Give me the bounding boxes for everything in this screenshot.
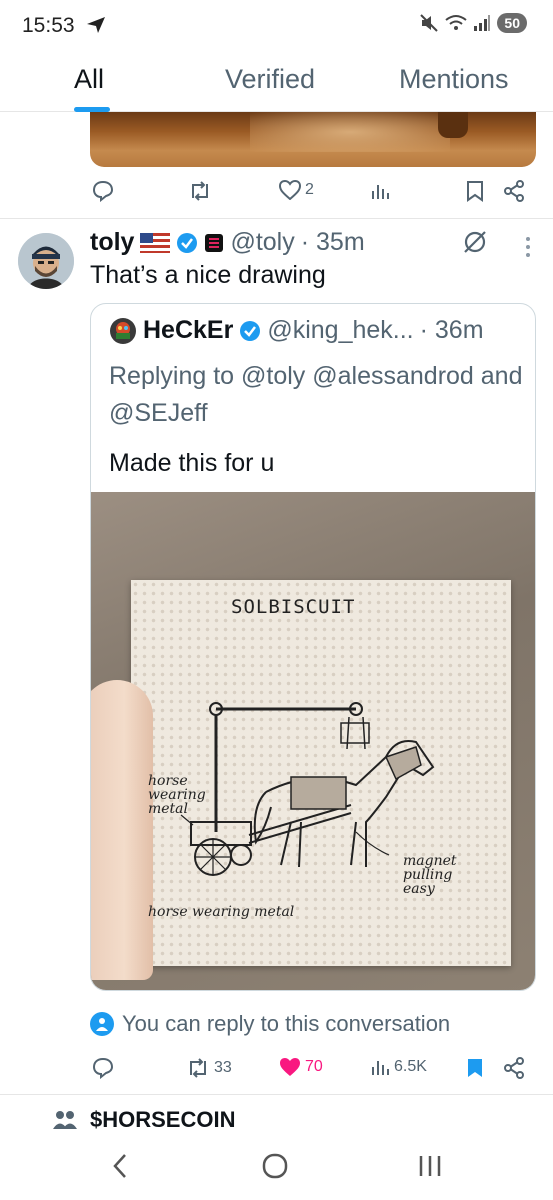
quoted-author-handle[interactable]: @king_hek...: [267, 316, 413, 345]
tweet-time: · 35m: [300, 228, 365, 256]
reply-notice-text: You can reply to this conversation: [122, 1011, 451, 1036]
verified-badge-icon: [240, 320, 261, 341]
reply-notice: You can reply to this conversation: [90, 1011, 450, 1037]
affiliate-badge-icon: [205, 233, 224, 252]
quoted-tweet[interactable]: HeCkEr @king_hek... · 36m Replying to @t…: [90, 303, 536, 991]
thumb: [91, 680, 153, 980]
label-horse-wearing-metal-bottom: horse wearing metal: [148, 904, 295, 920]
views-icon: [372, 1061, 389, 1075]
avatar-illustration: [18, 233, 74, 289]
status-bar: 15:53 50: [0, 0, 553, 52]
drawing-title: SOLBISCUIT: [231, 596, 356, 618]
quoted-avatar[interactable]: [109, 317, 137, 345]
status-time: 15:53: [22, 14, 75, 37]
battery-badge: 50: [497, 13, 527, 33]
bookmark-icon[interactable]: [466, 180, 484, 202]
verified-badge-icon: [177, 232, 198, 253]
share-icon[interactable]: [503, 180, 525, 202]
us-flag-icon: [140, 232, 171, 253]
author-name[interactable]: toly: [90, 228, 134, 257]
like-button[interactable]: 70: [279, 1057, 323, 1077]
system-navigation-bar: [0, 1134, 553, 1200]
quoted-author-name[interactable]: HeCkEr: [143, 316, 233, 345]
bookmark-filled-icon[interactable]: [466, 1057, 484, 1079]
retweet-button[interactable]: 33: [186, 1057, 232, 1079]
label-horse-wearing-metal-left: horse wearing metal: [148, 773, 206, 817]
like-button[interactable]: 2: [279, 180, 314, 200]
home-icon[interactable]: [262, 1152, 288, 1180]
like-icon: [279, 180, 301, 200]
more-options-icon[interactable]: [525, 236, 531, 258]
previous-tweet-media[interactable]: [90, 112, 536, 167]
wifi-icon: [445, 15, 468, 30]
quoted-tweet-image[interactable]: SOLBISCUIT horse wearing metal horse wea…: [91, 492, 535, 990]
quoted-tweet-text: Made this for u: [109, 449, 275, 477]
views-count: 6.5K: [394, 1058, 427, 1075]
dust-cloud: [250, 112, 450, 152]
tweet-text: That’s a nice drawing: [90, 261, 326, 289]
notification-tabs: All Verified Mentions: [0, 52, 553, 112]
reply-icon[interactable]: [92, 180, 114, 202]
horse-hoof: [438, 112, 468, 138]
person-icon: [90, 1012, 114, 1036]
retweet-icon: [190, 1058, 206, 1078]
like-count: 2: [305, 181, 314, 198]
reply-icon[interactable]: [92, 1057, 114, 1079]
retweet-count: 33: [214, 1059, 232, 1076]
community-topic[interactable]: $HORSECOIN: [52, 1107, 235, 1133]
community-topic-label: $HORSECOIN: [90, 1107, 236, 1132]
like-filled-icon: [280, 1058, 300, 1076]
tweet-divider: [0, 1094, 553, 1095]
recent-apps-icon[interactable]: [418, 1152, 442, 1180]
label-magnet-pulling-easy: magnet pulling easy: [403, 853, 457, 897]
tab-verified[interactable]: Verified: [225, 64, 315, 95]
retweet-icon[interactable]: [188, 180, 212, 202]
share-icon[interactable]: [503, 1057, 525, 1079]
views-button[interactable]: 6.5K: [370, 1057, 427, 1077]
back-icon[interactable]: [110, 1152, 130, 1180]
grok-icon[interactable]: [462, 229, 488, 255]
tweet-divider: [0, 218, 553, 219]
avatar[interactable]: [18, 233, 74, 289]
quoted-tweet-header: HeCkEr @king_hek... · 36m: [109, 316, 484, 345]
signal-icon: [474, 15, 491, 31]
tweet-header: toly @toly · 35m: [90, 228, 365, 257]
community-icon: [53, 1111, 77, 1129]
tab-mentions[interactable]: Mentions: [399, 64, 509, 95]
tab-all[interactable]: All: [74, 64, 104, 95]
quoted-tweet-time: · 36m: [419, 316, 484, 344]
author-handle[interactable]: @toly: [230, 228, 294, 257]
status-icons: 50: [419, 13, 527, 33]
views-icon[interactable]: [370, 181, 390, 201]
location-arrow-icon: [87, 17, 105, 33]
replying-to: Replying to @toly @alessandrod and @SEJe…: [109, 362, 523, 427]
like-count: 70: [305, 1058, 323, 1075]
mute-icon: [420, 14, 439, 32]
